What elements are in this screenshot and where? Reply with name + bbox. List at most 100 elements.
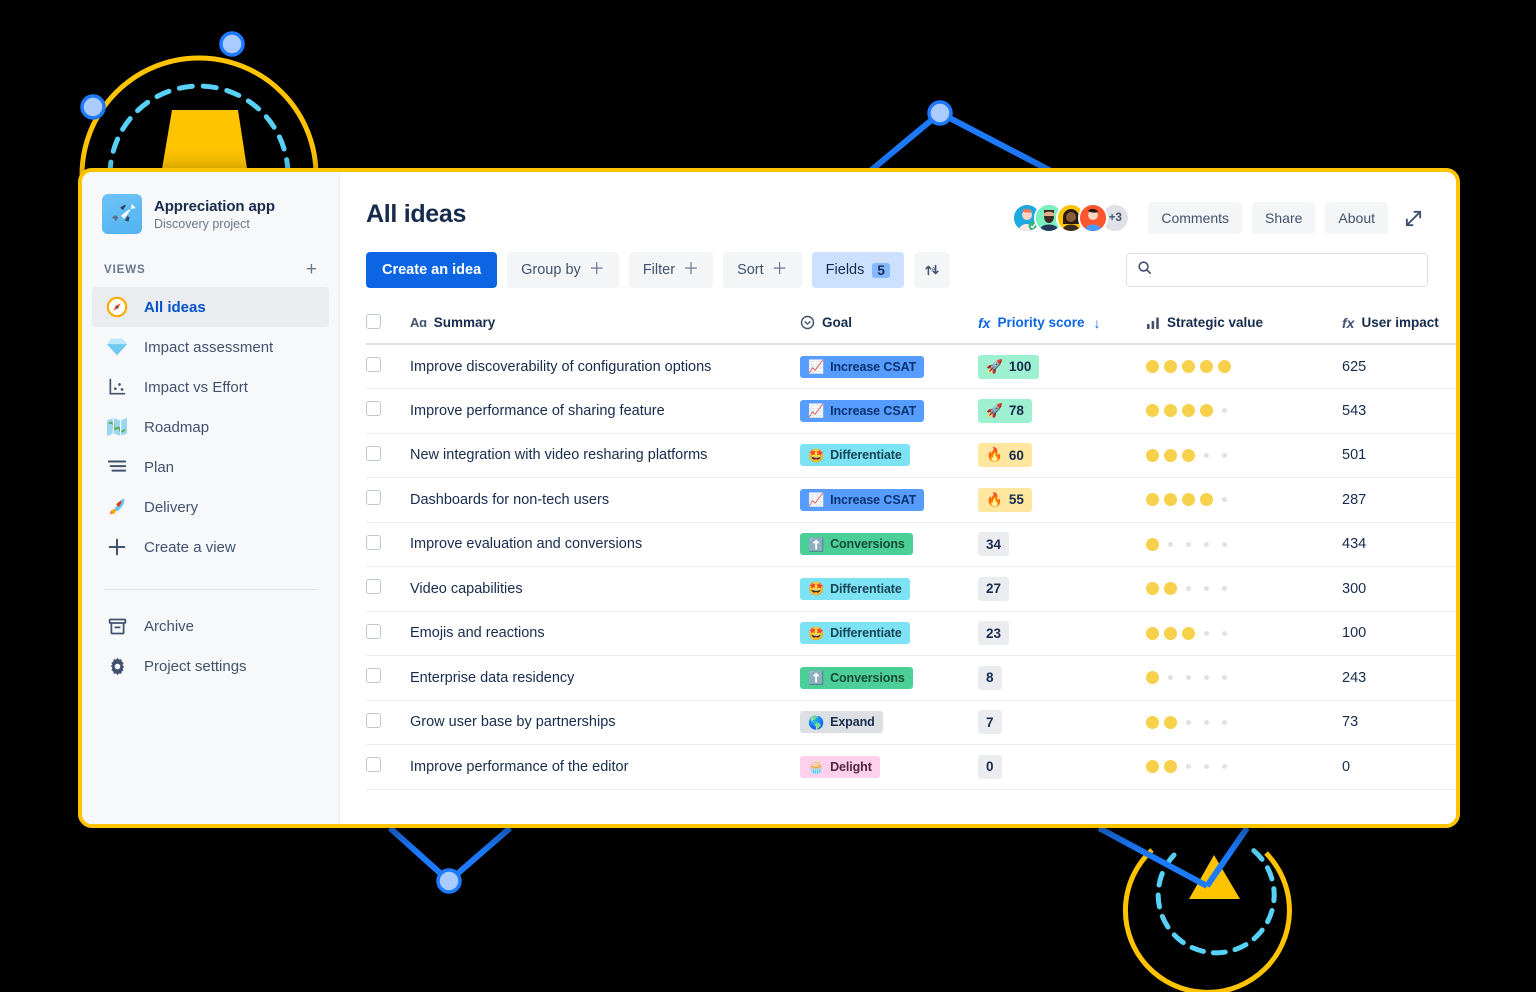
filter-button[interactable]: Filter ＋ [628, 252, 714, 288]
goal-cell[interactable]: ⬆️ Conversions [800, 655, 978, 701]
strategic-value-cell[interactable] [1146, 655, 1342, 701]
row-select-cell[interactable] [366, 433, 410, 478]
priority-score-cell[interactable]: 🔥 55 [978, 477, 1146, 523]
sidebar-item-all-ideas[interactable]: All ideas [92, 287, 329, 327]
table-row[interactable]: Dashboards for non-tech users 📈 Increase C… [366, 477, 1456, 523]
strategic-value-cell[interactable] [1146, 433, 1342, 478]
row-select-cell[interactable] [366, 700, 410, 745]
priority-score-cell[interactable]: 0 [978, 744, 1146, 790]
row-select-cell[interactable] [366, 611, 410, 656]
strategic-value-cell[interactable] [1146, 388, 1342, 434]
select-all-checkbox[interactable] [366, 313, 381, 329]
row-checkbox[interactable] [366, 534, 381, 550]
search-box[interactable] [1126, 253, 1428, 287]
sidebar-item-project-settings[interactable]: Project settings [92, 646, 329, 686]
priority-score-cell[interactable]: 34 [978, 522, 1146, 567]
row-checkbox[interactable] [366, 490, 381, 506]
idea-summary-cell[interactable]: Improve performance of sharing feature [410, 388, 800, 434]
strategic-value-cell[interactable] [1146, 744, 1342, 790]
project-header[interactable]: Appreciation app Discovery project [82, 190, 339, 234]
th-priority-score[interactable]: fx Priority score ↓ [978, 302, 1146, 345]
priority-score-cell[interactable]: 🚀 100 [978, 344, 1146, 389]
sidebar-item-plan[interactable]: Plan [92, 447, 329, 487]
table-row[interactable]: Improve performance of sharing feature 📈 I… [366, 388, 1456, 434]
expand-arrows-icon[interactable] [1398, 203, 1428, 233]
search-input[interactable] [1160, 262, 1417, 278]
goal-cell[interactable]: 📈 Increase CSAT [800, 388, 978, 434]
group-by-button[interactable]: Group by ＋ [507, 252, 619, 288]
user-impact-cell[interactable]: 0 [1342, 744, 1456, 790]
row-select-cell[interactable] [366, 566, 410, 612]
create-an-idea-button[interactable]: Create an idea [366, 252, 498, 288]
strategic-value-cell[interactable] [1146, 700, 1342, 745]
idea-summary-cell[interactable]: New integration with video resharing pla… [410, 433, 800, 478]
user-impact-cell[interactable]: 543 [1342, 388, 1456, 434]
row-checkbox[interactable] [366, 623, 381, 639]
user-impact-cell[interactable]: 100 [1342, 611, 1456, 656]
strategic-value-cell[interactable] [1146, 522, 1342, 567]
th-goal[interactable]: Goal [800, 302, 978, 345]
th-strategic-value[interactable]: Strategic value [1146, 302, 1342, 345]
row-checkbox[interactable] [366, 357, 381, 372]
row-select-cell[interactable] [366, 522, 410, 567]
priority-score-cell[interactable]: 8 [978, 655, 1146, 701]
avatar-group[interactable]: +3 [1012, 203, 1131, 233]
sidebar-item-archive[interactable]: Archive [92, 606, 329, 646]
th-user-impact[interactable]: fx User impact [1342, 302, 1456, 345]
idea-summary-cell[interactable]: Grow user base by partnerships [410, 700, 800, 745]
idea-summary-cell[interactable]: Improve discoverability of configuration… [410, 344, 800, 389]
row-select-cell[interactable] [366, 477, 410, 523]
user-impact-cell[interactable]: 73 [1342, 700, 1456, 745]
th-summary[interactable]: Aɑ Summary [410, 302, 800, 345]
table-row[interactable]: Improve discoverability of configuration… [366, 344, 1456, 389]
idea-summary-cell[interactable]: Improve performance of the editor [410, 744, 800, 790]
idea-summary-cell[interactable]: Dashboards for non-tech users [410, 477, 800, 523]
table-row[interactable]: Video capabilities 🤩 Differentiate 27 300 [366, 566, 1456, 612]
priority-score-cell[interactable]: 27 [978, 566, 1146, 612]
sidebar-item-roadmap[interactable]: Roadmap [92, 407, 329, 447]
sidebar-item-impact-vs-effort[interactable]: Impact vs Effort [92, 367, 329, 407]
row-checkbox[interactable] [366, 579, 381, 595]
sidebar-item-create-a-view[interactable]: Create a view [92, 527, 329, 567]
sort-button[interactable]: Sort ＋ [723, 252, 802, 288]
idea-summary-cell[interactable]: Emojis and reactions [410, 611, 800, 656]
goal-cell[interactable]: 🤩 Differentiate [800, 566, 978, 612]
user-impact-cell[interactable]: 287 [1342, 477, 1456, 523]
goal-cell[interactable]: 📈 Increase CSAT [800, 477, 978, 523]
about-button[interactable]: About [1325, 202, 1388, 234]
user-impact-cell[interactable]: 434 [1342, 522, 1456, 567]
row-checkbox[interactable] [366, 401, 381, 417]
idea-summary-cell[interactable]: Enterprise data residency [410, 655, 800, 701]
table-row[interactable]: Improve performance of the editor 🧁 Deligh… [366, 744, 1456, 790]
strategic-value-cell[interactable] [1146, 611, 1342, 656]
user-impact-cell[interactable]: 501 [1342, 433, 1456, 478]
table-row[interactable]: New integration with video resharing pla… [366, 433, 1456, 478]
comments-button[interactable]: Comments [1148, 202, 1243, 234]
share-button[interactable]: Share [1252, 202, 1316, 234]
priority-score-cell[interactable]: 7 [978, 700, 1146, 745]
sidebar-item-delivery[interactable]: Delivery [92, 487, 329, 527]
idea-summary-cell[interactable]: Improve evaluation and conversions [410, 522, 800, 567]
row-checkbox[interactable] [366, 668, 381, 684]
goal-cell[interactable]: 📈 Increase CSAT [800, 344, 978, 389]
table-row[interactable]: Enterprise data residency ⬆️ Conversions 8 2… [366, 655, 1456, 701]
goal-cell[interactable]: ⬆️ Conversions [800, 522, 978, 567]
row-select-cell[interactable] [366, 744, 410, 790]
th-select-all[interactable] [366, 302, 410, 345]
row-checkbox[interactable] [366, 757, 381, 773]
goal-cell[interactable]: 🤩 Differentiate [800, 433, 978, 478]
goal-cell[interactable]: 🧁 Delight [800, 744, 978, 790]
fields-button[interactable]: Fields 5 [811, 252, 904, 288]
row-select-cell[interactable] [366, 655, 410, 701]
user-impact-cell[interactable]: 625 [1342, 344, 1456, 389]
table-row[interactable]: Emojis and reactions 🤩 Differentiate 23 100 [366, 611, 1456, 656]
table-row[interactable]: Grow user base by partnerships 🌎 Expand 7 73 [366, 700, 1456, 745]
goal-cell[interactable]: 🌎 Expand [800, 700, 978, 745]
sort-alpha-icon[interactable]: A [913, 252, 950, 288]
table-row[interactable]: Improve evaluation and conversions ⬆️ Conv… [366, 522, 1456, 567]
priority-score-cell[interactable]: 🔥 60 [978, 433, 1146, 478]
priority-score-cell[interactable]: 🚀 78 [978, 388, 1146, 434]
user-impact-cell[interactable]: 243 [1342, 655, 1456, 701]
row-checkbox[interactable] [366, 712, 381, 728]
priority-score-cell[interactable]: 23 [978, 611, 1146, 656]
